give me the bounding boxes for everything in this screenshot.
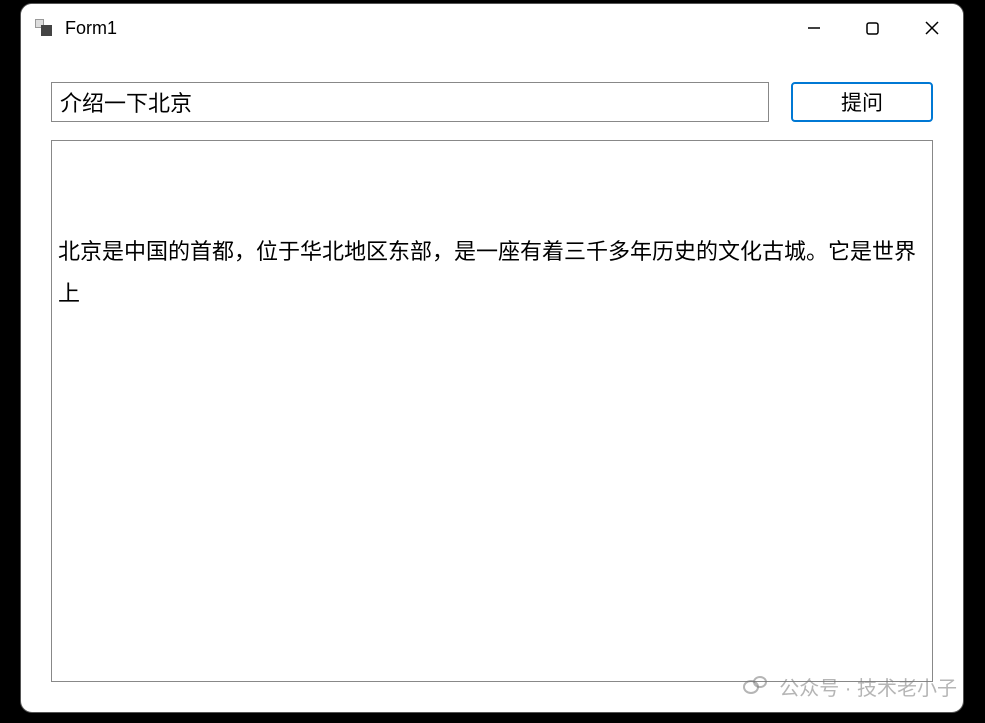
ask-button[interactable]: 提问 [791, 82, 933, 122]
answer-text: 北京是中国的首都，位于华北地区东部，是一座有着三千多年历史的文化古城。它是世界上 [58, 239, 916, 306]
maximize-button[interactable] [843, 4, 901, 52]
maximize-icon [865, 21, 880, 36]
answer-output[interactable]: 北京是中国的首都，位于华北地区东部，是一座有着三千多年历史的文化古城。它是世界上 [51, 140, 933, 682]
minimize-button[interactable] [785, 4, 843, 52]
input-row: 提问 [51, 82, 933, 122]
close-icon [924, 20, 940, 36]
app-window: Form1 提问 [20, 3, 964, 713]
window-controls [785, 4, 963, 52]
close-button[interactable] [901, 4, 963, 52]
titlebar[interactable]: Form1 [21, 4, 963, 52]
content-area: 提问 北京是中国的首都，位于华北地区东部，是一座有着三千多年历史的文化古城。它是… [21, 52, 963, 712]
minimize-icon [806, 20, 822, 36]
app-icon [35, 19, 53, 37]
question-input[interactable] [51, 82, 769, 122]
window-title: Form1 [65, 18, 785, 39]
